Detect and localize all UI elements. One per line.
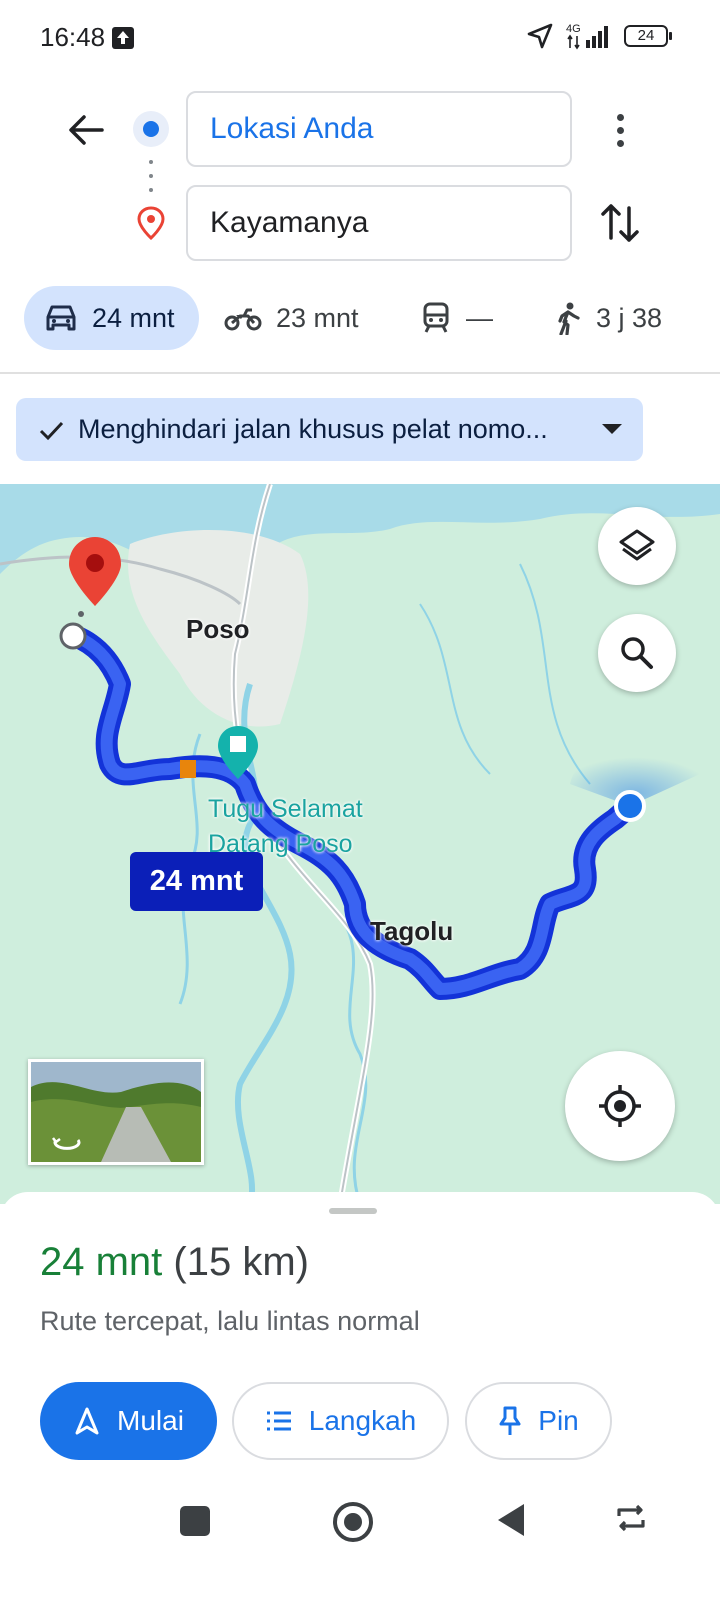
pushpin-icon bbox=[499, 1406, 521, 1435]
dropdown-arrow-icon bbox=[602, 424, 622, 434]
car-icon bbox=[44, 303, 78, 333]
walk-icon bbox=[554, 301, 582, 335]
map-label-village: Tagolu bbox=[370, 916, 454, 946]
system-navigation-bar bbox=[0, 1490, 720, 1560]
start-label: Mulai bbox=[117, 1405, 184, 1436]
layers-button[interactable] bbox=[598, 507, 676, 585]
tab-car[interactable]: 24 mnt bbox=[24, 286, 199, 350]
route-summary: 24 mnt (15 km) bbox=[40, 1240, 309, 1285]
tab-motorcycle[interactable]: 23 mnt bbox=[224, 286, 359, 350]
pin-button[interactable]: Pin bbox=[465, 1382, 612, 1460]
tab-walk[interactable]: 3 j 38 bbox=[554, 286, 662, 350]
tab-transit-label: — bbox=[466, 302, 493, 333]
route-time-badge[interactable]: 24 mnt bbox=[130, 852, 263, 911]
traffic-segment bbox=[180, 760, 196, 778]
motorcycle-icon bbox=[224, 304, 262, 332]
list-icon bbox=[266, 1411, 291, 1431]
navigation-arrow-icon bbox=[75, 1407, 99, 1435]
route-connector-dots bbox=[149, 160, 153, 192]
route-options-label: Menghindari jalan khusus pelat nomo... bbox=[78, 414, 548, 444]
recents-button[interactable] bbox=[180, 1506, 210, 1536]
signal-icon: 4G bbox=[566, 22, 612, 50]
travel-mode-tabs: 24 mnt 23 mnt — 3 j 38 bbox=[0, 286, 720, 350]
route-description: Rute tercepat, lalu lintas normal bbox=[40, 1306, 420, 1336]
network-type-label: 4G bbox=[566, 23, 581, 35]
tab-transit[interactable]: — bbox=[420, 286, 493, 350]
tab-walk-label: 3 j 38 bbox=[596, 302, 663, 333]
home-button[interactable] bbox=[333, 1502, 373, 1542]
current-location-marker bbox=[614, 790, 646, 822]
search-along-route-button[interactable] bbox=[598, 614, 676, 692]
map-view[interactable]: Poso Tugu Selamat Datang Poso Tagolu 24 … bbox=[0, 484, 720, 1204]
back-arrow-icon[interactable] bbox=[64, 108, 108, 152]
pin-label: Pin bbox=[538, 1405, 579, 1436]
steps-button[interactable]: Langkah bbox=[232, 1382, 449, 1460]
destination-input[interactable]: Kayamanya bbox=[186, 185, 572, 261]
train-icon bbox=[420, 301, 452, 335]
screen-rotate-button[interactable] bbox=[613, 1502, 649, 1539]
status-time: 16:48 bbox=[40, 22, 106, 52]
tab-motorcycle-label: 23 mnt bbox=[276, 302, 359, 333]
swap-icon[interactable] bbox=[598, 200, 642, 251]
street-view-thumbnail[interactable] bbox=[28, 1059, 204, 1165]
route-distance: (15 km) bbox=[173, 1240, 309, 1284]
route-duration: 24 mnt bbox=[40, 1240, 163, 1284]
location-arrow-icon bbox=[526, 22, 554, 50]
system-back-button[interactable] bbox=[496, 1502, 526, 1543]
layers-icon bbox=[619, 529, 655, 561]
status-icons: 4G 24 bbox=[526, 22, 672, 50]
origin-input[interactable]: Lokasi Anda bbox=[186, 91, 572, 167]
search-icon bbox=[621, 637, 653, 669]
battery-icon: 24 bbox=[624, 25, 672, 47]
my-location-button[interactable] bbox=[565, 1051, 675, 1161]
rotate-screen-icon bbox=[617, 1504, 645, 1532]
crosshair-icon bbox=[599, 1085, 641, 1127]
back-triangle-icon bbox=[498, 1504, 524, 1536]
upload-icon bbox=[112, 27, 134, 49]
steps-label: Langkah bbox=[308, 1405, 417, 1436]
tab-car-label: 24 mnt bbox=[92, 302, 175, 333]
start-navigation-button[interactable]: Mulai bbox=[40, 1382, 217, 1460]
destination-pin-icon bbox=[136, 205, 166, 246]
river bbox=[419, 563, 591, 785]
status-bar: 16:48 4G 24 bbox=[0, 0, 720, 78]
header-divider bbox=[0, 372, 720, 374]
route-summary-sheet[interactable]: 24 mnt (15 km) Rute tercepat, lalu linta… bbox=[0, 1192, 720, 1600]
route-options-chip[interactable]: Menghindari jalan khusus pelat nomo... bbox=[16, 398, 643, 461]
map-label-city: Poso bbox=[186, 614, 250, 644]
check-icon bbox=[39, 421, 64, 440]
more-options-icon[interactable] bbox=[603, 108, 637, 152]
origin-dot-icon bbox=[133, 111, 169, 147]
sheet-drag-handle[interactable] bbox=[329, 1208, 377, 1214]
route-start-marker bbox=[59, 622, 87, 650]
